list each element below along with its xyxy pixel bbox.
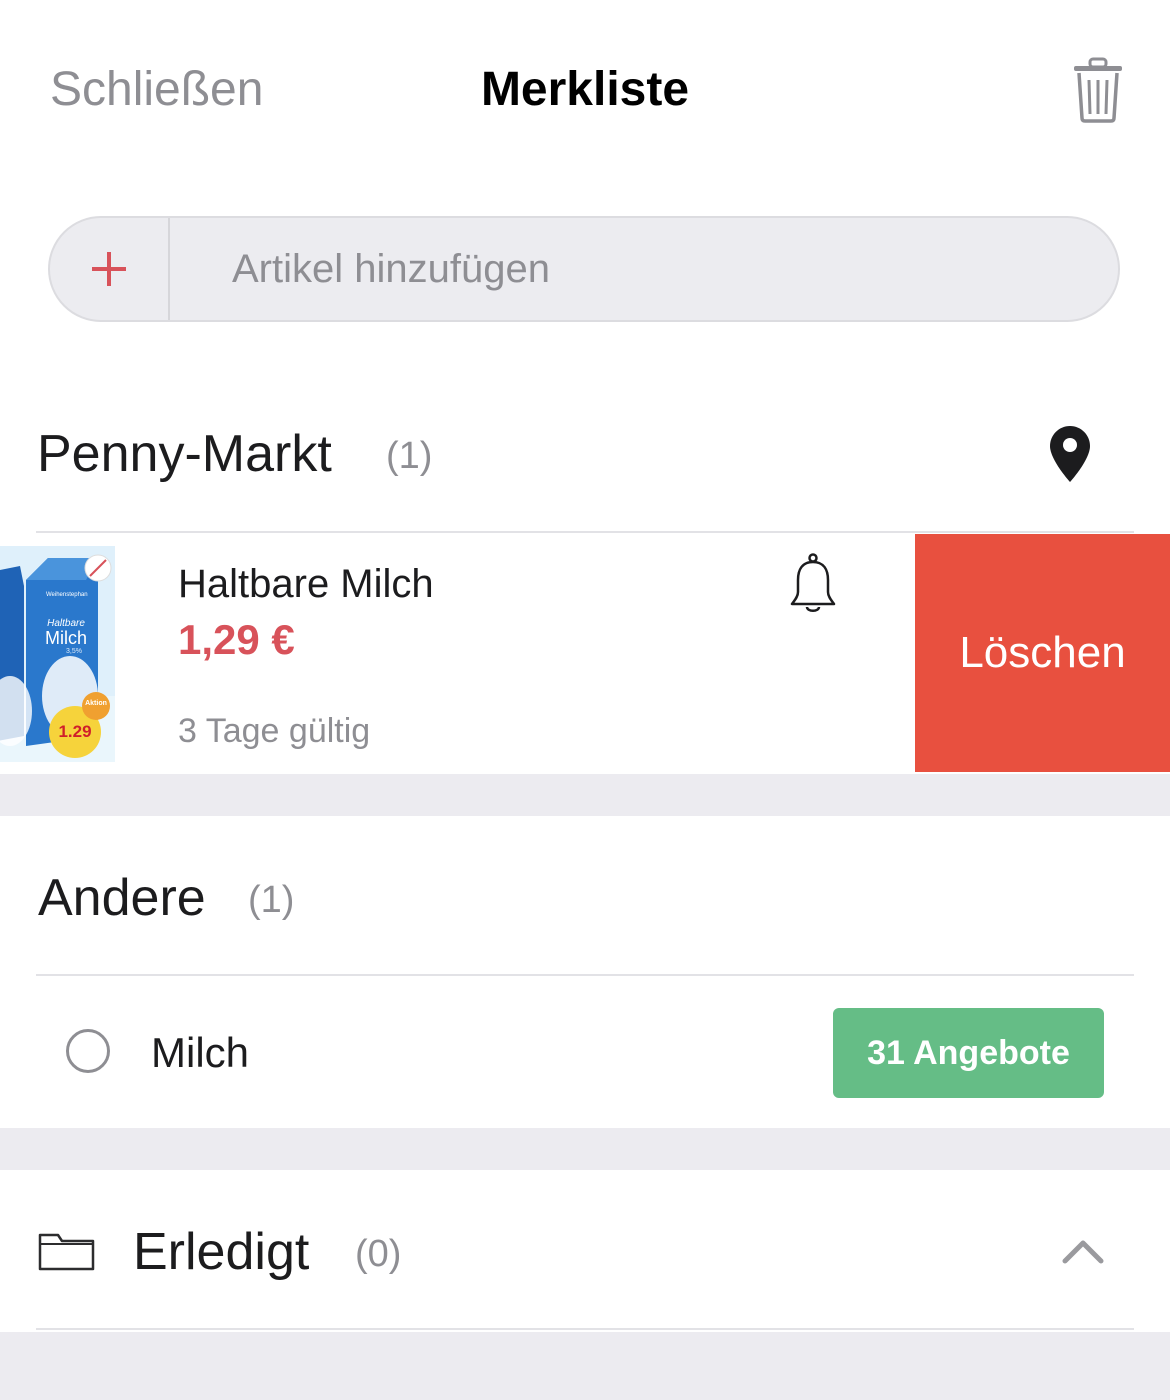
product-fat-text: 3,5% xyxy=(66,648,82,655)
section-divider xyxy=(36,1328,1134,1330)
section-divider xyxy=(36,974,1134,976)
section-title-other: Andere xyxy=(38,869,206,927)
section-title-done: Erledigt xyxy=(133,1223,310,1281)
product-name[interactable]: Haltbare Milch xyxy=(178,558,434,610)
add-item-input[interactable] xyxy=(232,236,1092,302)
add-bar-divider xyxy=(168,218,170,320)
product-validity: 3 Tage gültig xyxy=(178,712,371,750)
product-title-text: Milch xyxy=(44,628,87,648)
product-badge-label: Aktion xyxy=(85,700,107,707)
section-count-done: (0) xyxy=(355,1233,402,1275)
trash-icon[interactable] xyxy=(1072,56,1124,124)
section-count-store: (1) xyxy=(386,435,433,477)
location-pin-icon[interactable] xyxy=(1048,424,1092,484)
section-count-other: (1) xyxy=(248,879,295,921)
plus-icon[interactable] xyxy=(48,216,170,322)
product-price: 1,29 € xyxy=(178,616,295,663)
section-title-store: Penny-Markt xyxy=(37,425,332,483)
offers-button[interactable]: 31 Angebote xyxy=(833,1008,1104,1098)
close-button[interactable]: Schließen xyxy=(50,60,263,120)
section-divider xyxy=(36,531,1134,533)
product-image[interactable]: Weihenstephan Haltbare Milch 3,5% Aktion… xyxy=(0,546,115,762)
delete-button[interactable]: Löschen xyxy=(915,534,1170,772)
product-badge-price: 1.29 xyxy=(58,722,92,741)
chevron-up-icon[interactable] xyxy=(1062,1236,1104,1266)
product-brand-text: Weihenstephan xyxy=(46,592,88,598)
bell-icon[interactable] xyxy=(788,552,838,616)
folder-icon xyxy=(38,1232,96,1272)
item-name[interactable]: Milch xyxy=(151,1026,249,1080)
item-checkbox[interactable] xyxy=(66,1029,110,1073)
